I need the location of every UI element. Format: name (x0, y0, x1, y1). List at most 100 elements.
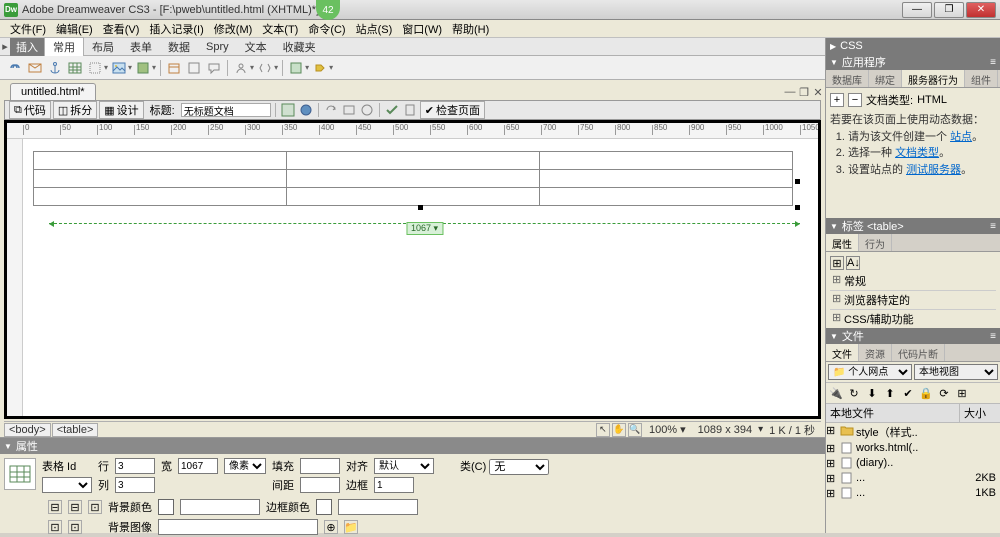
site-link[interactable]: 站点 (950, 131, 972, 143)
application-panel-header[interactable]: ▼应用程序≡ (826, 54, 1000, 70)
file-row[interactable]: ⊞works.html(.. (826, 441, 1000, 456)
dropdown-icon[interactable]: ▾ (305, 63, 309, 72)
window-size[interactable]: 1089 x 394 (698, 424, 752, 436)
css-panel-header[interactable]: ▶CSS (826, 38, 1000, 54)
head-icon[interactable] (232, 59, 250, 77)
selection-handle[interactable] (795, 179, 800, 184)
minimize-button[interactable]: — (902, 2, 932, 18)
dropdown-icon[interactable]: ▾ (128, 63, 132, 72)
connect-icon[interactable]: 🔌 (828, 385, 844, 401)
menu-commands[interactable]: 命令(C) (304, 21, 349, 37)
category-view-icon[interactable]: ⊞ (830, 256, 844, 270)
refresh-icon[interactable]: ↻ (846, 385, 862, 401)
inserted-table[interactable] (33, 151, 793, 206)
doc-close-icon[interactable]: ✕ (811, 86, 825, 100)
tab-components[interactable]: 组件 (965, 70, 998, 87)
table-id-select[interactable] (42, 477, 92, 493)
menu-modify[interactable]: 修改(M) (210, 21, 257, 37)
view-design-button[interactable]: ▦设计 (99, 101, 143, 119)
select-tool-icon[interactable]: ↖ (596, 423, 610, 437)
view-split-button[interactable]: ◫拆分 (53, 101, 97, 119)
list-view-icon[interactable]: A↓ (846, 256, 860, 270)
cellspace-input[interactable] (300, 477, 340, 493)
rows-input[interactable] (115, 458, 155, 474)
server-include-icon[interactable] (185, 59, 203, 77)
tab-server-behaviors[interactable]: 服务器行为 (902, 70, 965, 87)
tag-panel-header[interactable]: ▼标签 <table>≡ (826, 218, 1000, 234)
globe-icon[interactable] (298, 102, 314, 118)
get-icon[interactable]: ⬇ (864, 385, 880, 401)
check-page-button[interactable]: ✔检查页面 (420, 101, 485, 119)
view-select[interactable]: 本地视图 (914, 364, 998, 380)
zoom-tool-icon[interactable]: 🔍 (628, 423, 642, 437)
tab-assets[interactable]: 资源 (859, 344, 892, 361)
hand-tool-icon[interactable]: ✋ (612, 423, 626, 437)
checkin-icon[interactable]: 🔒 (918, 385, 934, 401)
hyperlink-icon[interactable] (6, 59, 24, 77)
close-button[interactable]: ✕ (966, 2, 996, 18)
title-input[interactable] (181, 103, 271, 117)
selection-handle[interactable] (795, 205, 800, 210)
file-mgmt-icon[interactable] (341, 102, 357, 118)
menu-text[interactable]: 文本(T) (258, 21, 302, 37)
div-icon[interactable] (86, 59, 104, 77)
attr-category[interactable]: ⊞常规 (830, 272, 996, 291)
date-icon[interactable] (165, 59, 183, 77)
menu-file[interactable]: 文件(F) (6, 21, 50, 37)
width-input[interactable] (178, 458, 218, 474)
doc-restore-icon[interactable]: ❐ (797, 86, 811, 100)
browse-folder-icon[interactable]: 📁 (344, 520, 358, 534)
dropdown-icon[interactable]: ▾ (329, 63, 333, 72)
ut-icon[interactable] (280, 102, 296, 118)
canvas[interactable]: 1067 ▾ (23, 139, 818, 416)
convert-px-icon[interactable]: ⊡ (88, 500, 102, 514)
tag-selector-body[interactable]: <body> (4, 423, 51, 437)
file-row[interactable]: ⊞(diary).. (826, 456, 1000, 471)
email-icon[interactable] (26, 59, 44, 77)
clear-row-heights-icon[interactable]: ⊟ (68, 500, 82, 514)
script-icon[interactable] (256, 59, 274, 77)
remove-behavior-icon[interactable]: − (848, 93, 862, 107)
expand-icon[interactable]: ⊞ (954, 385, 970, 401)
insert-tab-layout[interactable]: 布局 (84, 38, 122, 56)
insert-tab-spry[interactable]: Spry (198, 40, 237, 54)
menu-window[interactable]: 窗口(W) (398, 21, 446, 37)
menu-help[interactable]: 帮助(H) (448, 21, 493, 37)
insert-collapse-icon[interactable]: ▸ (0, 40, 10, 53)
dropdown-icon[interactable]: ▾ (152, 63, 156, 72)
menu-view[interactable]: 查看(V) (99, 21, 144, 37)
attr-category[interactable]: ⊞CSS/辅助功能 (830, 310, 996, 329)
selection-handle[interactable] (418, 205, 423, 210)
bgcolor-input[interactable] (180, 499, 260, 515)
template-icon[interactable] (287, 59, 305, 77)
insert-tab-data[interactable]: 数据 (160, 38, 198, 56)
menu-insert[interactable]: 插入记录(I) (145, 21, 207, 37)
tab-behaviors[interactable]: 行为 (859, 234, 892, 251)
dropdown-icon[interactable]: ▾ (274, 63, 278, 72)
doctype-link[interactable]: 文档类型 (895, 147, 939, 159)
image-icon[interactable] (110, 59, 128, 77)
anchor-icon[interactable] (46, 59, 64, 77)
width-unit-select[interactable]: 像素 (224, 458, 266, 474)
sync-icon[interactable]: ⟳ (936, 385, 952, 401)
class-select[interactable]: 无 (489, 459, 549, 475)
table-icon[interactable] (66, 59, 84, 77)
maximize-button[interactable]: ❐ (934, 2, 964, 18)
visual-aids-icon[interactable] (384, 102, 400, 118)
testserver-link[interactable]: 测试服务器 (906, 164, 961, 176)
site-select[interactable]: 📁 个人网点 (828, 364, 912, 380)
clear-col-widths-icon[interactable]: ⊟ (48, 500, 62, 514)
files-panel-header[interactable]: ▼文件≡ (826, 328, 1000, 344)
tag-selector-table[interactable]: <table> (52, 423, 99, 437)
tab-bindings[interactable]: 绑定 (869, 70, 902, 87)
comment-icon[interactable] (205, 59, 223, 77)
doc-minimize-icon[interactable]: — (783, 86, 797, 100)
bordercolor-input[interactable] (338, 499, 418, 515)
tab-snippets[interactable]: 代码片断 (892, 344, 945, 361)
refresh-icon[interactable] (323, 102, 339, 118)
convert-pct2-icon[interactable]: ⊡ (68, 520, 82, 534)
tab-files[interactable]: 文件 (826, 344, 859, 361)
put-icon[interactable]: ⬆ (882, 385, 898, 401)
insert-tab-common[interactable]: 常用 (44, 37, 84, 56)
col-name[interactable]: 本地文件 (826, 404, 960, 422)
